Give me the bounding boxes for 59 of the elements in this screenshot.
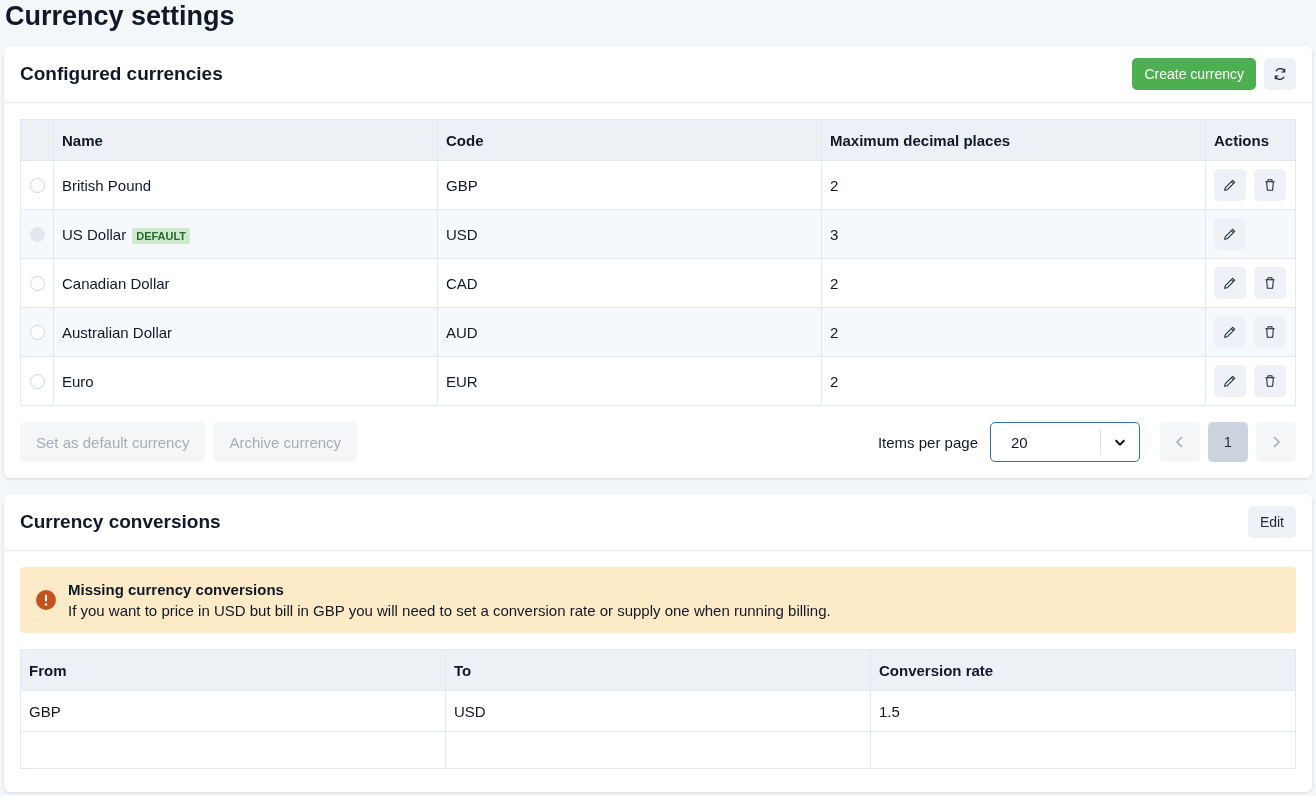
- edit-button[interactable]: Edit: [1247, 506, 1296, 538]
- delete-button[interactable]: [1254, 267, 1286, 299]
- alert-message: If you want to price in USD but bill in GBP you will need to set a conversion rate or supply one when running billing.: [68, 602, 831, 619]
- items-per-page-select[interactable]: 20: [990, 422, 1140, 462]
- pencil-icon: [1222, 226, 1238, 242]
- table-cell: AUD: [437, 307, 822, 357]
- table-cell: 1.5: [870, 690, 1296, 732]
- table-cell: 2: [821, 356, 1206, 406]
- table-cell: USD: [445, 690, 871, 732]
- trash-icon: [1262, 275, 1278, 291]
- delete-button[interactable]: [1254, 169, 1286, 201]
- pencil-icon: [1222, 373, 1238, 389]
- pencil-icon: [1222, 275, 1238, 291]
- trash-icon: [1262, 373, 1278, 389]
- card-title: Configured currencies: [20, 63, 223, 85]
- currency-name: British Pound: [62, 176, 152, 194]
- trash-icon: [1262, 324, 1278, 340]
- card-title: Currency conversions: [20, 511, 221, 533]
- table-cell: 2: [821, 307, 1206, 357]
- table-cell: EUR: [437, 356, 822, 406]
- items-per-page-label: Items per page: [877, 433, 978, 451]
- page-button[interactable]: 1: [1208, 422, 1248, 462]
- alert-title: Missing currency conversions: [68, 581, 285, 598]
- column-header: To: [445, 649, 871, 691]
- edit-button[interactable]: [1214, 365, 1246, 397]
- delete-button[interactable]: [1254, 316, 1286, 348]
- column-header: Maximum decimal places: [821, 119, 1206, 161]
- column-header: From: [20, 649, 446, 691]
- column-header: Actions: [1205, 119, 1296, 161]
- table-cell: USD: [437, 209, 822, 259]
- row-radio[interactable]: [29, 275, 45, 291]
- column-header: Conversion rate: [870, 649, 1296, 691]
- edit-button[interactable]: [1214, 267, 1246, 299]
- currency-name: Australian Dollar: [62, 323, 173, 341]
- pencil-icon: [1222, 324, 1238, 340]
- table-cell: GBP: [20, 690, 446, 732]
- edit-button[interactable]: [1214, 316, 1246, 348]
- delete-button[interactable]: [1254, 365, 1286, 397]
- default-badge: DEFAULT: [132, 227, 191, 244]
- currency-name: Canadian Dollar: [62, 274, 170, 292]
- trash-icon: [1262, 177, 1278, 193]
- table-cell: 2: [821, 160, 1206, 210]
- row-radio[interactable]: [29, 177, 45, 193]
- refresh-button[interactable]: [1264, 58, 1296, 90]
- table-cell: GBP: [437, 160, 822, 210]
- refresh-icon: [1272, 66, 1288, 82]
- page-title: Currency settings: [4, 0, 236, 33]
- table-cell: 2: [821, 258, 1206, 308]
- table-cell: CAD: [437, 258, 822, 308]
- row-radio[interactable]: [29, 324, 45, 340]
- column-header: Code: [437, 119, 822, 161]
- column-header: Name: [53, 119, 438, 161]
- currency-name: US Dollar: [62, 225, 127, 243]
- table-cell: 3: [821, 209, 1206, 259]
- edit-button[interactable]: [1214, 169, 1246, 201]
- pencil-icon: [1222, 177, 1238, 193]
- warning-icon: [36, 590, 56, 610]
- currency-name: Euro: [62, 372, 94, 390]
- row-radio[interactable]: [29, 373, 45, 389]
